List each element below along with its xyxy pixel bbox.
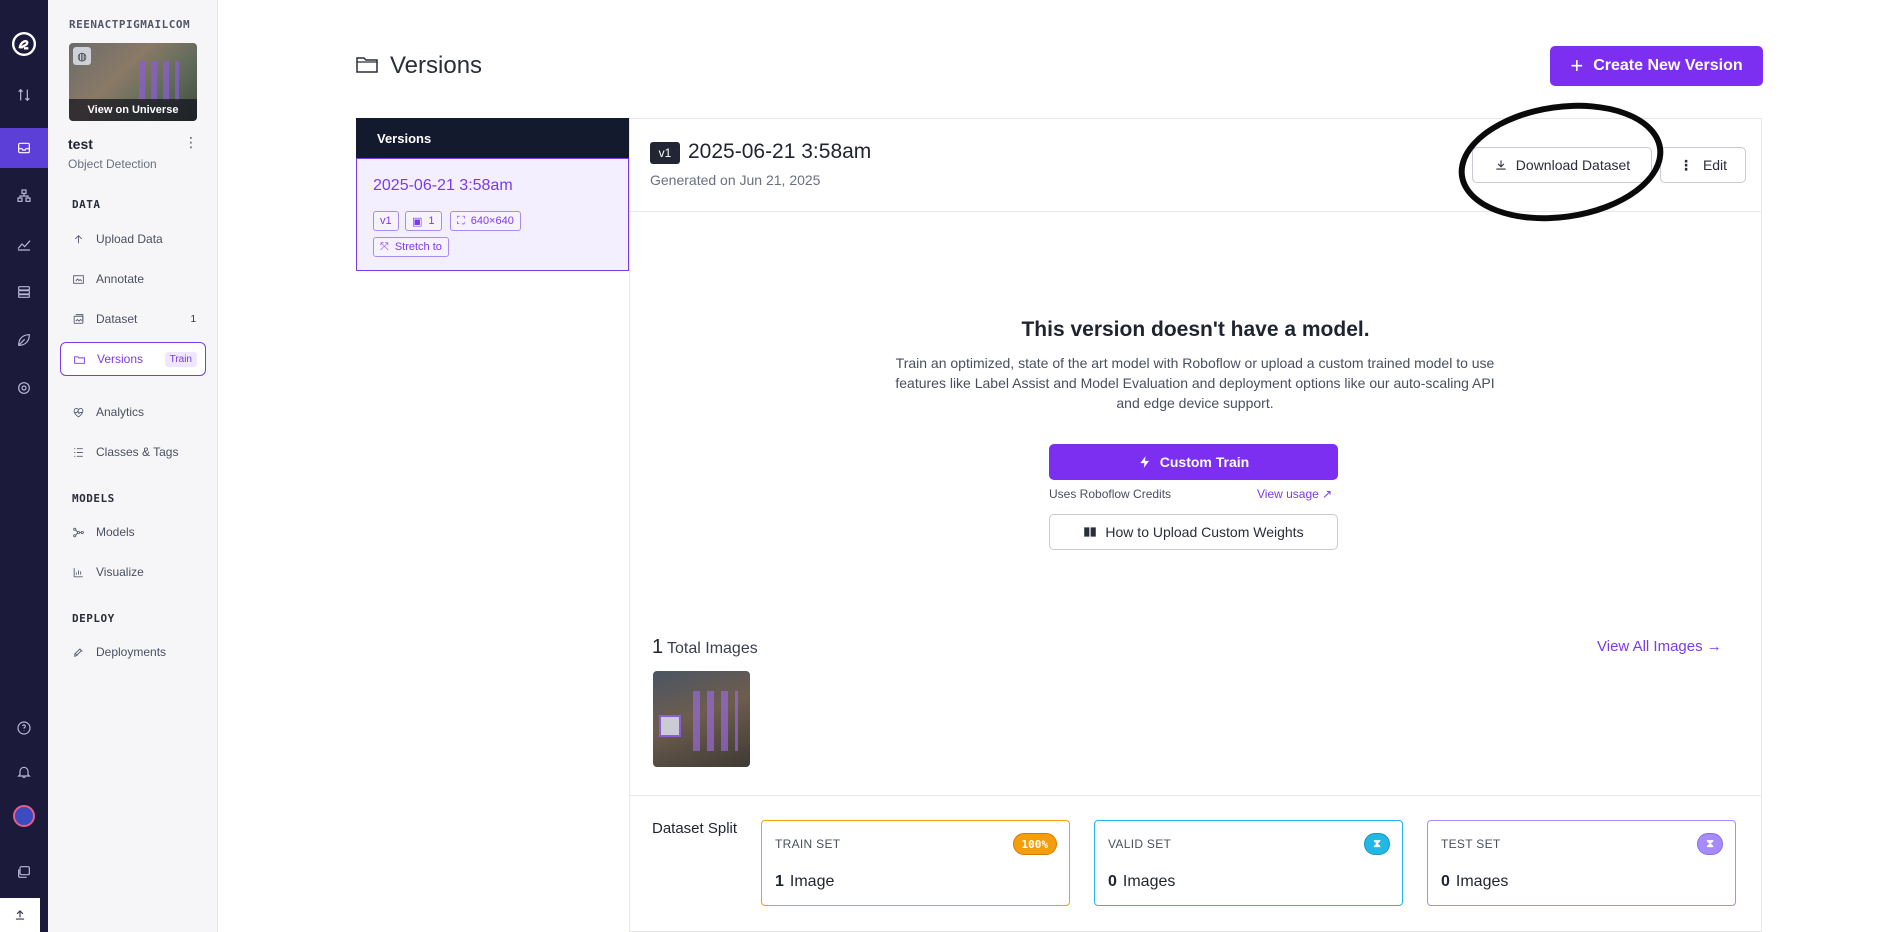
no-model-description: Train an optimized, state of the art mod… [895, 355, 1495, 411]
sidebar-item-label: Deployments [96, 645, 167, 659]
version-title: 2025-06-21 3:58am [688, 140, 872, 163]
heart-pulse-icon [73, 407, 84, 417]
more-vertical-icon: ⋮ [1678, 156, 1693, 173]
image-icon: ▣ [412, 215, 423, 228]
sidebar-item-annotate[interactable]: Annotate [60, 262, 206, 296]
hourglass-icon: ⧗ [1697, 833, 1723, 855]
sidebar-item-analytics[interactable]: Analytics [60, 395, 206, 429]
inbox-icon[interactable] [0, 128, 48, 168]
edit-button[interactable]: ⋮ Edit [1660, 147, 1746, 183]
sidebar-item-label: Dataset [96, 312, 138, 326]
upload-icon [74, 234, 83, 243]
lightning-icon [1140, 456, 1149, 468]
sidebar-item-versions[interactable]: Versions Train [60, 342, 206, 376]
download-dataset-button[interactable]: Download Dataset [1472, 147, 1652, 183]
view-all-images-link[interactable]: View All Images → [1597, 638, 1722, 655]
no-model-title: This version doesn't have a model. [1021, 318, 1370, 341]
version-list-item[interactable]: 2025-06-21 3:58am v1 ▣ 1 ⛶ 640×640 ⤧ Stretc… [356, 158, 629, 271]
sidebar-item-models[interactable]: Models [60, 515, 206, 549]
custom-train-button[interactable]: Custom Train [1049, 444, 1338, 480]
globe-icon: ◍ [73, 47, 91, 65]
folder-icon [74, 355, 85, 364]
split-name: VALID SET [1108, 837, 1172, 851]
split-name: TEST SET [1441, 837, 1501, 851]
train-set-card: TRAIN SET 100% 1 Image [761, 820, 1070, 906]
section-deploy-heading: DEPLOY [72, 612, 115, 625]
rocket-icon [74, 647, 83, 657]
project-thumbnail[interactable]: ◍ View on Universe [69, 43, 197, 121]
database-icon[interactable] [0, 272, 48, 312]
project-sidebar: REENACTPIGMAILCOM ◍ View on Universe tes… [48, 0, 218, 932]
page-title: Versions [390, 52, 483, 79]
notifications-icon[interactable] [0, 752, 48, 792]
monitoring-icon[interactable] [0, 224, 48, 264]
network-icon [73, 527, 84, 537]
preprocess-chip: ⤧ Stretch to [373, 237, 449, 257]
hourglass-icon: ⧗ [1364, 833, 1390, 855]
sidebar-item-deployments[interactable]: Deployments [60, 635, 206, 669]
project-type: Object Detection [68, 157, 157, 171]
divider [629, 211, 1762, 212]
sidebar-item-label: Visualize [96, 565, 144, 579]
dataset-split-label: Dataset Split [652, 820, 738, 837]
annotate-icon [73, 274, 84, 284]
total-images-label: Total Images [667, 640, 758, 657]
view-usage-link[interactable]: View usage ↗ [1257, 487, 1332, 501]
version-chip: v1 [373, 211, 399, 231]
size-chip: ⛶ 640×640 [450, 211, 521, 231]
workspace-name[interactable]: REENACTPIGMAILCOM [69, 18, 190, 31]
stack-icon[interactable] [0, 852, 48, 892]
icon-rail [0, 0, 48, 932]
sidebar-item-label: Annotate [96, 272, 145, 286]
book-icon [1084, 527, 1097, 537]
resize-icon: ⛶ [457, 214, 465, 227]
divider [629, 795, 1762, 796]
download-icon [1496, 160, 1506, 170]
upload-custom-weights-button[interactable]: How to Upload Custom Weights [1049, 514, 1338, 550]
sidebar-item-dataset[interactable]: Dataset 1 [60, 302, 206, 336]
project-name: test [68, 136, 93, 152]
test-set-card: TEST SET ⧗ 0 Images [1427, 820, 1736, 906]
versions-list-header: Versions [356, 118, 629, 158]
sidebar-item-label: Versions [97, 352, 144, 366]
section-data-heading: DATA [72, 198, 101, 211]
sidebar-item-upload-data[interactable]: Upload Data [60, 222, 206, 256]
sidebar-item-label: Analytics [96, 405, 145, 419]
sidebar-item-label: Upload Data [96, 232, 163, 246]
help-icon[interactable] [0, 708, 48, 748]
split-name: TRAIN SET [775, 837, 841, 851]
image-stack-icon [73, 313, 84, 324]
stretch-icon: ⤧ [380, 240, 389, 253]
leaf-icon[interactable] [0, 320, 48, 360]
dataset-count: 1 [190, 313, 196, 325]
roboflow-logo-icon[interactable] [0, 24, 48, 64]
train-badge: Train [164, 351, 197, 367]
dataset-image-thumbnail[interactable] [653, 671, 750, 767]
images-chip: ▣ 1 [405, 211, 442, 231]
plus-icon: + [1570, 53, 1584, 78]
upload-icon[interactable] [0, 898, 40, 932]
sidebar-item-label: Models [96, 525, 135, 539]
folder-icon [356, 57, 378, 73]
chart-icon [73, 567, 83, 577]
more-vertical-icon[interactable]: ⋮ [184, 134, 198, 151]
section-models-heading: MODELS [72, 492, 115, 505]
split-percent-badge: 100% [1012, 833, 1057, 855]
total-images-count: 1 [652, 636, 664, 658]
sync-icon[interactable] [0, 75, 48, 115]
sidebar-item-label: Classes & Tags [96, 445, 179, 459]
sidebar-item-visualize[interactable]: Visualize [60, 555, 206, 589]
view-on-universe-link[interactable]: View on Universe [69, 99, 197, 121]
credits-note: Uses Roboflow Credits [1049, 487, 1172, 501]
create-new-version-button[interactable]: + Create New Version [1550, 46, 1763, 86]
workflows-icon[interactable] [0, 176, 48, 216]
sidebar-item-classes-tags[interactable]: Classes & Tags [60, 435, 206, 469]
user-avatar-icon[interactable] [0, 796, 48, 836]
settings-icon[interactable] [0, 368, 48, 408]
version-date: 2025-06-21 3:58am [373, 177, 513, 194]
list-icon [74, 447, 83, 457]
valid-set-card: VALID SET ⧗ 0 Images [1094, 820, 1403, 906]
generated-date: Generated on Jun 21, 2025 [650, 172, 821, 188]
version-badge: v1 [650, 142, 680, 164]
